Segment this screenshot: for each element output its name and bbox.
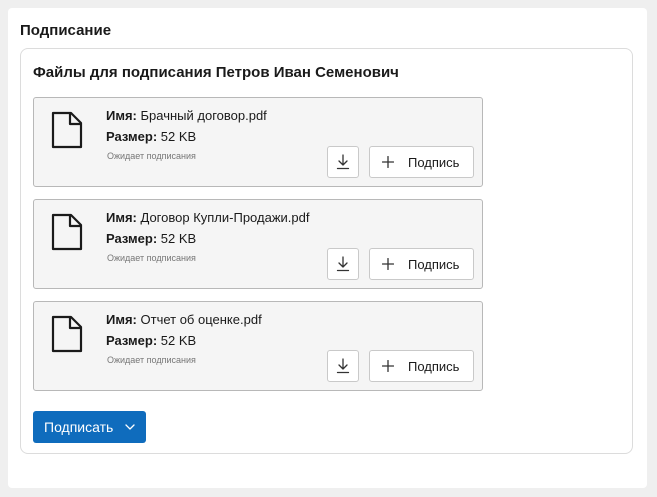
file-name-value: Отчет об оценке.pdf <box>140 312 262 327</box>
document-icon <box>51 111 83 149</box>
card-title: Файлы для подписания Петров Иван Семенов… <box>33 64 399 81</box>
add-signature-button[interactable]: Подпись <box>369 350 474 382</box>
download-icon <box>336 358 350 374</box>
add-signature-label: Подпись <box>408 154 460 170</box>
file-status: Ожидает подписания <box>107 151 196 161</box>
file-status: Ожидает подписания <box>107 253 196 263</box>
signing-panel: Подписание Файлы для подписания Петров И… <box>8 8 647 488</box>
download-icon <box>336 154 350 170</box>
file-size: Размер: 52 KB <box>106 129 196 144</box>
file-name-label: Имя: <box>106 210 137 225</box>
file-name-label: Имя: <box>106 312 137 327</box>
file-name: Имя: Отчет об оценке.pdf <box>106 312 262 327</box>
document-icon <box>51 213 83 251</box>
download-button[interactable] <box>327 146 359 178</box>
plus-icon <box>382 156 394 168</box>
add-signature-button[interactable]: Подпись <box>369 248 474 280</box>
file-size-label: Размер: <box>106 333 158 348</box>
chevron-down-icon <box>125 424 135 430</box>
file-name-value: Договор Купли-Продажи.pdf <box>140 210 310 225</box>
sign-all-label: Подписать <box>44 419 114 435</box>
add-signature-button[interactable]: Подпись <box>369 146 474 178</box>
plus-icon <box>382 360 394 372</box>
file-item: Имя: Брачный договор.pdf Размер: 52 KB О… <box>33 97 483 187</box>
section-title: Подписание <box>20 22 112 39</box>
file-size-value: 52 KB <box>160 231 197 246</box>
file-name-value: Брачный договор.pdf <box>140 108 267 123</box>
files-card: Файлы для подписания Петров Иван Семенов… <box>20 48 633 454</box>
sign-all-button[interactable]: Подписать <box>33 411 146 443</box>
file-item: Имя: Отчет об оценке.pdf Размер: 52 KB О… <box>33 301 483 391</box>
file-size: Размер: 52 KB <box>106 333 196 348</box>
file-name-label: Имя: <box>106 108 137 123</box>
add-signature-label: Подпись <box>408 358 460 374</box>
file-size-value: 52 KB <box>160 129 197 144</box>
file-name: Имя: Брачный договор.pdf <box>106 108 267 123</box>
document-icon <box>51 315 83 353</box>
download-icon <box>336 256 350 272</box>
file-size-label: Размер: <box>106 231 158 246</box>
file-item: Имя: Договор Купли-Продажи.pdf Размер: 5… <box>33 199 483 289</box>
file-name: Имя: Договор Купли-Продажи.pdf <box>106 210 309 225</box>
plus-icon <box>382 258 394 270</box>
download-button[interactable] <box>327 248 359 280</box>
add-signature-label: Подпись <box>408 256 460 272</box>
file-status: Ожидает подписания <box>107 355 196 365</box>
download-button[interactable] <box>327 350 359 382</box>
file-size-value: 52 KB <box>160 333 197 348</box>
file-size: Размер: 52 KB <box>106 231 196 246</box>
file-size-label: Размер: <box>106 129 158 144</box>
